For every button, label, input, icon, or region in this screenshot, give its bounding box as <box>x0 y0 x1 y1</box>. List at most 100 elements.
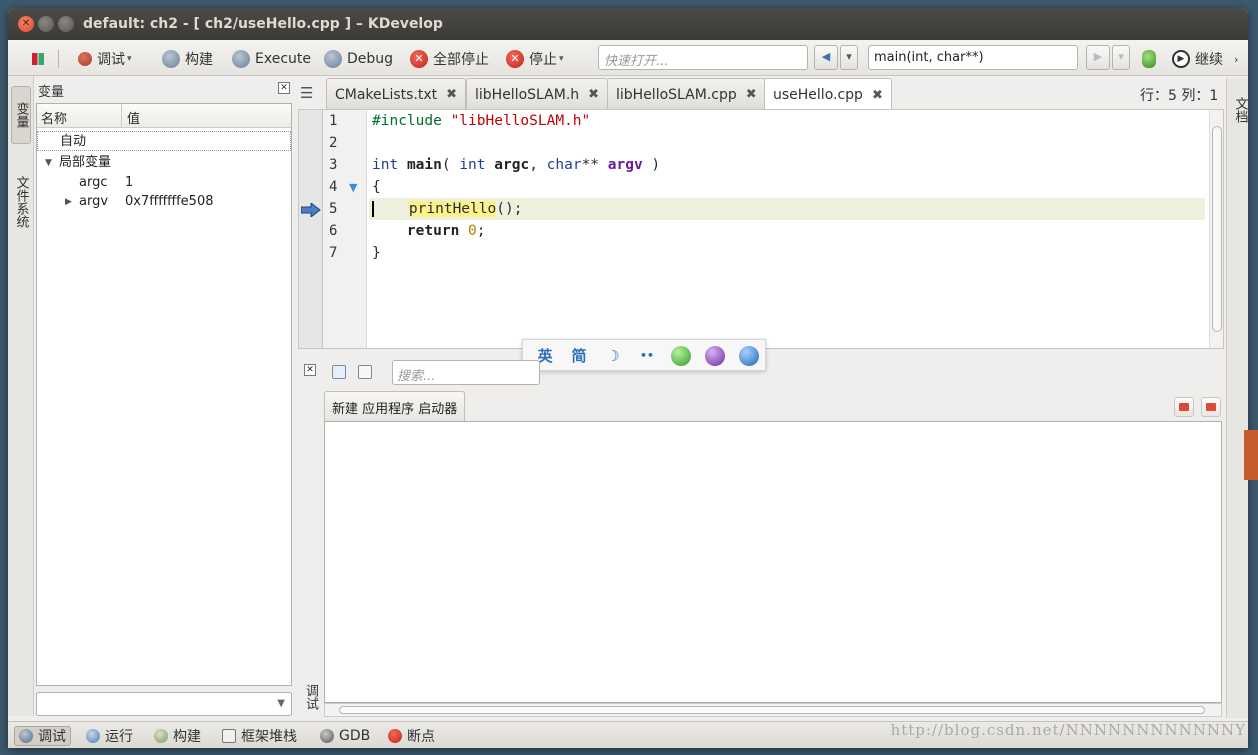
navigate-forward-button[interactable]: ▶ <box>1086 45 1110 70</box>
variables-panel-close-button[interactable]: ✕ <box>278 82 290 94</box>
context-browser-input[interactable]: main(int, char**) <box>868 45 1078 70</box>
variables-tree[interactable]: 名称 值 自动 ▼ 局部变量 argc 1 ▶ argv 0x7fffffffe… <box>36 103 292 686</box>
arrow-right-icon: ▶ <box>1093 50 1103 63</box>
breakpoint-icon <box>388 729 402 743</box>
close-icon: ✕ <box>280 83 288 93</box>
arrow-left-icon: ◀ <box>821 50 831 63</box>
title-bar: ✕ default: ch2 - [ ch2/useHello.cpp ] – … <box>8 8 1248 40</box>
tab-usehello-cpp[interactable]: useHello.cpp ✖ <box>764 78 892 111</box>
clear-output-button[interactable] <box>1174 397 1194 417</box>
variable-value: 0x7fffffffe508 <box>125 194 214 209</box>
quick-open-input[interactable]: 快速打开... <box>598 45 808 70</box>
continue-button[interactable]: ▶ 继续 <box>1172 49 1223 69</box>
statusbar-build[interactable]: 构建 <box>150 726 205 746</box>
debug-run-button[interactable]: Debug <box>324 49 393 69</box>
variables-tree-header: 名称 值 <box>37 104 291 128</box>
left-tool-rail: 变量 文件系统 <box>8 76 34 716</box>
debug-gear-icon <box>324 50 342 68</box>
column-header-name[interactable]: 名称 <box>41 108 67 127</box>
execute-gear-icon <box>232 50 250 68</box>
tab-filesystem[interactable]: 文件系统 <box>11 162 31 242</box>
debug-area-button[interactable]: 调试 ▾ <box>78 49 132 69</box>
auto-variables-row[interactable]: 自动 <box>37 131 291 151</box>
statusbar-frame-stack[interactable]: 框架堆栈 <box>218 726 301 746</box>
variables-expression-combo[interactable]: ▼ <box>36 692 292 716</box>
line-number: 6 <box>329 223 338 239</box>
statusbar-gdb-label: GDB <box>339 728 371 744</box>
expanded-triangle-icon[interactable]: ▼ <box>45 153 52 173</box>
lightbulb-icon <box>1142 50 1156 68</box>
output-horizontal-scrollbar[interactable] <box>324 703 1222 717</box>
tab-cmakelists[interactable]: CMakeLists.txt ✖ <box>326 78 467 110</box>
output-search-input[interactable]: 搜索... <box>392 360 540 385</box>
close-tab-icon[interactable]: ✖ <box>872 88 883 103</box>
collapsed-triangle-icon[interactable]: ▶ <box>65 192 72 212</box>
build-gear-icon <box>162 50 180 68</box>
document-list-icon[interactable]: ☰ <box>300 84 313 102</box>
column-header-value[interactable]: 值 <box>127 108 140 127</box>
variable-value: 1 <box>125 175 134 190</box>
locals-label: 局部变量 <box>59 155 112 170</box>
variable-name: argc <box>79 175 108 190</box>
statusbar-build-label: 构建 <box>173 729 201 745</box>
output-panel-close-button[interactable]: ✕ <box>304 364 316 376</box>
grid-icon <box>32 53 44 65</box>
statusbar-debug[interactable]: 调试 <box>14 726 71 746</box>
close-tab-icon[interactable]: ✖ <box>746 87 757 102</box>
maximize-window-button[interactable] <box>58 16 74 32</box>
toolbar-separator <box>58 50 59 68</box>
tab-label: libHelloSLAM.h <box>475 86 580 103</box>
dropdown-arrow-icon: ▾ <box>127 54 132 64</box>
output-copy-icon[interactable] <box>358 365 372 379</box>
back-history-dropdown[interactable]: ▾ <box>840 45 858 70</box>
forward-history-dropdown[interactable]: ▾ <box>1112 45 1130 70</box>
close-tab-icon[interactable]: ✖ <box>588 87 599 102</box>
debug-gear-icon <box>19 729 33 743</box>
close-tab-icon[interactable]: ✖ <box>446 87 457 102</box>
locals-row[interactable]: ▼ 局部变量 <box>37 153 291 173</box>
debug-run-label: Debug <box>347 51 394 67</box>
execute-button[interactable]: Execute <box>232 49 311 69</box>
close-output-button[interactable] <box>1201 397 1221 417</box>
icon-border[interactable] <box>299 110 323 348</box>
chevron-down-icon: ▼ <box>277 698 285 709</box>
tab-libhelloslam-cpp[interactable]: libHelloSLAM.cpp ✖ <box>607 78 766 110</box>
execute-label: Execute <box>255 51 311 67</box>
code-editor[interactable]: 1 2 3 4 5 6 7 ▼ #include "libHelloSLAM.h… <box>298 109 1224 349</box>
editor-vertical-scrollbar[interactable] <box>1209 110 1223 348</box>
stop-all-button[interactable]: ✕ 全部停止 <box>410 49 489 69</box>
scrollbar-thumb[interactable] <box>339 706 1205 714</box>
table-row[interactable]: argc 1 <box>37 173 291 193</box>
build-button[interactable]: 构建 <box>162 49 213 69</box>
auto-label: 自动 <box>60 134 87 149</box>
navigate-back-button[interactable]: ◀ <box>814 45 838 70</box>
toolbar-overflow-button[interactable]: › <box>1234 49 1238 69</box>
line-number: 1 <box>329 113 338 129</box>
fold-marker-icon[interactable]: ▼ <box>349 181 357 194</box>
code-line-4: { <box>372 179 381 195</box>
debug-side-label[interactable]: 调试 <box>301 684 320 710</box>
close-window-button[interactable]: ✕ <box>18 16 34 32</box>
stop-all-icon: ✕ <box>410 50 428 68</box>
output-view[interactable] <box>324 421 1222 703</box>
statusbar-run[interactable]: 运行 <box>82 726 137 746</box>
background-window-edge <box>1244 430 1258 480</box>
table-row[interactable]: ▶ argv 0x7fffffffe508 <box>37 192 291 212</box>
statusbar-gdb[interactable]: GDB <box>316 726 374 746</box>
tab-new-app-launcher[interactable]: 新建 应用程序 启动器 <box>324 391 466 421</box>
statusbar-breakpoints[interactable]: 断点 <box>384 726 439 746</box>
tab-libhelloslam-h[interactable]: libHelloSLAM.h ✖ <box>466 78 609 110</box>
stop-button[interactable]: ✕ 停止 ▾ <box>506 49 564 69</box>
cursor-position: 行：5 列：1 <box>1140 88 1219 104</box>
areas-menu-button[interactable] <box>32 49 44 69</box>
tab-documents[interactable]: 文档 <box>1230 86 1248 134</box>
tab-variables[interactable]: 变量 <box>11 86 31 144</box>
minimize-window-button[interactable] <box>38 16 54 32</box>
play-icon: ▶ <box>1172 50 1190 68</box>
build-gear-icon <box>154 729 168 743</box>
hint-button[interactable] <box>1142 49 1161 69</box>
scrollbar-thumb[interactable] <box>1212 126 1222 332</box>
watermark: http://blog.csdn.net/NNNNNNNNNNNNY <box>890 721 1246 739</box>
output-select-icon[interactable] <box>332 365 346 379</box>
